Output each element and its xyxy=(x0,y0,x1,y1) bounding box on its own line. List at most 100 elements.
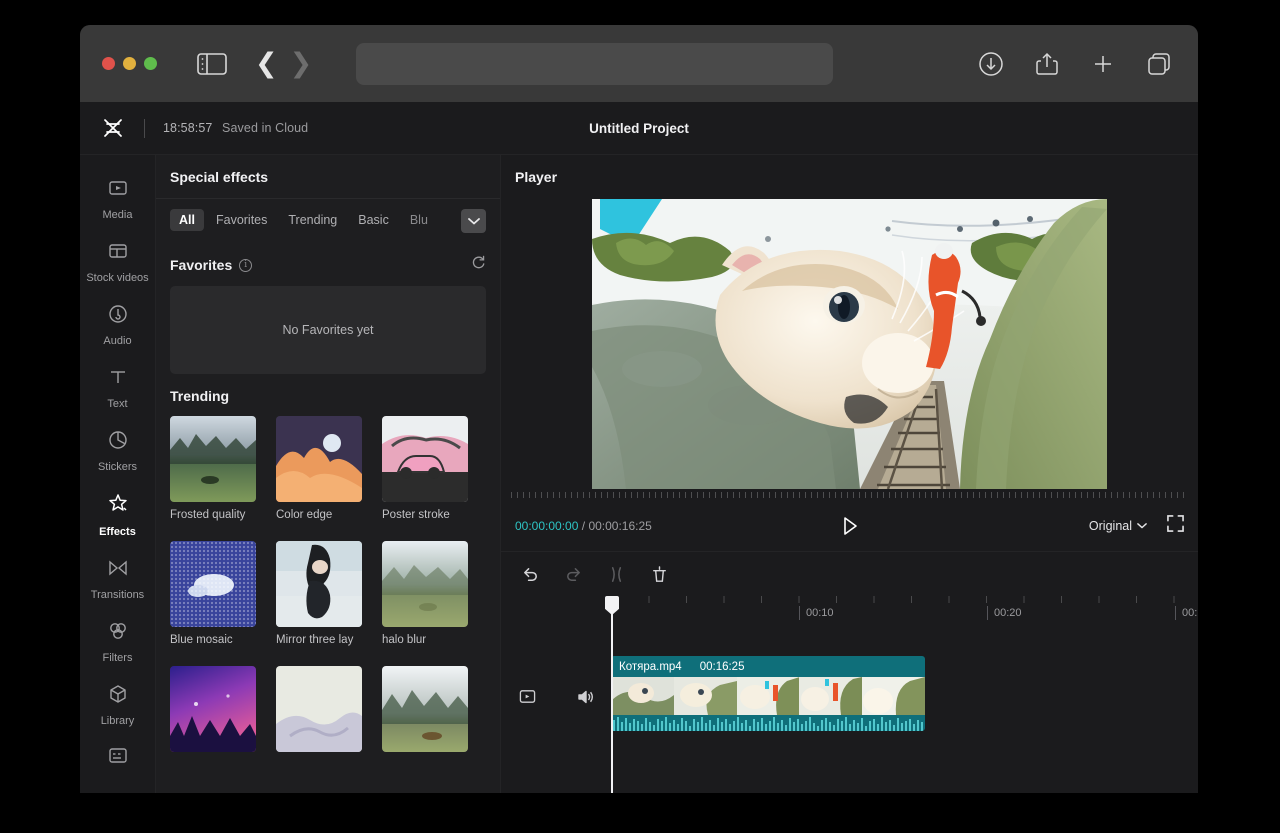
forward-arrow-icon[interactable]: ❯ xyxy=(290,50,313,77)
right-area: Player 00:00:00:00 / 00:00:16:25 Origina… xyxy=(501,155,1198,793)
sidebar-item-label: Stickers xyxy=(97,461,138,473)
info-icon[interactable]: i xyxy=(239,258,253,272)
save-status-text: Saved in Cloud xyxy=(222,121,309,135)
effect-thumbnail xyxy=(276,666,362,752)
tab-blur[interactable]: Blu xyxy=(401,209,437,231)
address-bar-input[interactable] xyxy=(356,42,834,85)
effect-thumbnail xyxy=(170,416,256,502)
nav-arrows: ❮ ❯ xyxy=(255,50,312,77)
timeline-track-row: Котяра.mp4 00:16:25 xyxy=(501,656,1198,752)
player-controls-wrap: 00:00:00:00 / 00:00:16:25 Original xyxy=(501,489,1198,551)
favorites-title: Favorites xyxy=(170,257,233,273)
play-icon[interactable] xyxy=(837,516,863,536)
text-icon xyxy=(108,367,128,392)
timeline-area[interactable]: 00:10 00:20 00: Котяра.mp4 00:16:25 xyxy=(501,596,1198,793)
effects-panel: Special effects All Favorites Trending B… xyxy=(156,155,501,793)
share-icon[interactable] xyxy=(1030,47,1064,81)
refresh-icon[interactable] xyxy=(471,255,486,275)
save-time: 18:58:57 xyxy=(163,121,213,135)
chevron-down-icon[interactable] xyxy=(461,209,486,233)
tab-favorites[interactable]: Favorites xyxy=(207,209,276,231)
close-window-button[interactable] xyxy=(102,57,115,70)
effect-thumbnail xyxy=(382,666,468,752)
save-status: 18:58:57 Saved in Cloud xyxy=(163,121,308,135)
sidebar-item-label: Stock videos xyxy=(86,272,149,284)
sidebar-item-label: Library xyxy=(100,715,135,727)
effect-card[interactable] xyxy=(170,666,256,759)
player-stage xyxy=(501,199,1198,489)
timeline-playhead[interactable] xyxy=(611,596,613,793)
tab-basic[interactable]: Basic xyxy=(349,209,398,231)
sidebar-item-captions[interactable] xyxy=(82,736,154,785)
video-track-icon[interactable] xyxy=(519,688,536,710)
fullscreen-icon[interactable] xyxy=(1167,514,1184,537)
download-icon[interactable] xyxy=(974,47,1008,81)
media-icon xyxy=(108,178,128,203)
ruler-label: 00:20 xyxy=(987,606,1022,620)
zoom-window-button[interactable] xyxy=(144,57,157,70)
favorites-section-header: Favorites i xyxy=(170,255,486,275)
effect-card[interactable] xyxy=(382,666,468,759)
effect-card[interactable] xyxy=(276,666,362,759)
sidebar-item-effects[interactable]: Effects xyxy=(82,482,154,547)
sidebar-item-filters[interactable]: Filters xyxy=(82,610,154,673)
filmstrip-frame xyxy=(673,677,737,715)
delete-button[interactable] xyxy=(650,565,669,584)
effect-card[interactable]: Color edge xyxy=(276,416,362,521)
topbar-divider xyxy=(144,118,145,138)
redo-button[interactable] xyxy=(564,565,583,584)
effect-card[interactable]: Blue mosaic xyxy=(170,541,256,646)
library-icon xyxy=(108,684,128,709)
quality-label: Original xyxy=(1088,518,1132,533)
traffic-lights xyxy=(102,57,157,70)
timeline-section: 00:10 00:20 00: Котяра.mp4 00:16:25 xyxy=(501,552,1198,793)
effect-card[interactable]: Poster stroke xyxy=(382,416,468,521)
sidebar-item-text[interactable]: Text xyxy=(82,356,154,419)
sidebar-item-label: Transitions xyxy=(90,589,145,601)
player-section: Player 00:00:00:00 / 00:00:16:25 Origina… xyxy=(501,155,1198,552)
plus-icon[interactable] xyxy=(1086,47,1120,81)
effect-label: Mirror three lay xyxy=(276,634,354,646)
undo-button[interactable] xyxy=(521,565,540,584)
sidebar-item-media[interactable]: Media xyxy=(82,167,154,230)
effect-thumbnail xyxy=(276,541,362,627)
sidebar-item-label: Audio xyxy=(103,335,132,347)
app-body: Media Stock videos Audio Text Stickers E… xyxy=(80,155,1198,793)
browser-toolbar xyxy=(974,47,1176,81)
sidebar-item-transitions[interactable]: Transitions xyxy=(82,547,154,610)
sidebar-item-library[interactable]: Library xyxy=(82,673,154,736)
sidebar-item-audio[interactable]: Audio xyxy=(82,293,154,356)
effects-category-tabs: All Favorites Trending Basic Blu xyxy=(156,199,500,241)
time-separator: / xyxy=(581,518,586,533)
effect-card[interactable]: Frosted quality xyxy=(170,416,256,521)
sidebar-item-label: Filters xyxy=(102,652,133,664)
effects-grid: Frosted quality Color edge Poster stroke… xyxy=(170,416,486,759)
effect-card[interactable]: Mirror three lay xyxy=(276,541,362,646)
video-preview[interactable] xyxy=(592,199,1107,489)
ruler-label: 00: xyxy=(1175,606,1197,620)
left-nav-rail: Media Stock videos Audio Text Stickers E… xyxy=(80,155,156,793)
effect-card[interactable]: halo blur xyxy=(382,541,468,646)
effect-label: Poster stroke xyxy=(382,509,450,521)
capcut-logo-icon[interactable] xyxy=(100,117,126,139)
sidebar-item-stock-videos[interactable]: Stock videos xyxy=(82,230,154,293)
effect-thumbnail xyxy=(276,416,362,502)
tab-all[interactable]: All xyxy=(170,209,204,231)
sidebar-toggle-icon[interactable] xyxy=(195,47,229,81)
timeline-clip[interactable]: Котяра.mp4 00:16:25 xyxy=(611,656,925,731)
quality-dropdown[interactable]: Original xyxy=(1089,519,1147,533)
player-right-controls: Original xyxy=(1089,514,1184,537)
tab-trending[interactable]: Trending xyxy=(279,209,346,231)
split-button[interactable] xyxy=(607,565,626,584)
minimize-window-button[interactable] xyxy=(123,57,136,70)
back-arrow-icon[interactable]: ❮ xyxy=(255,50,278,77)
audio-icon xyxy=(108,304,128,329)
favorites-empty-state: No Favorites yet xyxy=(170,286,486,374)
sidebar-item-label: Effects xyxy=(99,526,136,538)
effects-scroll-area[interactable]: Favorites i No Favorites yet Trending Fr… xyxy=(156,241,500,793)
sidebar-item-stickers[interactable]: Stickers xyxy=(82,419,154,482)
player-scrub-ticks[interactable] xyxy=(511,489,1188,500)
timeline-ruler[interactable]: 00:10 00:20 00: xyxy=(611,596,1198,622)
tab-overview-icon[interactable] xyxy=(1142,47,1176,81)
speaker-icon[interactable] xyxy=(576,688,594,711)
